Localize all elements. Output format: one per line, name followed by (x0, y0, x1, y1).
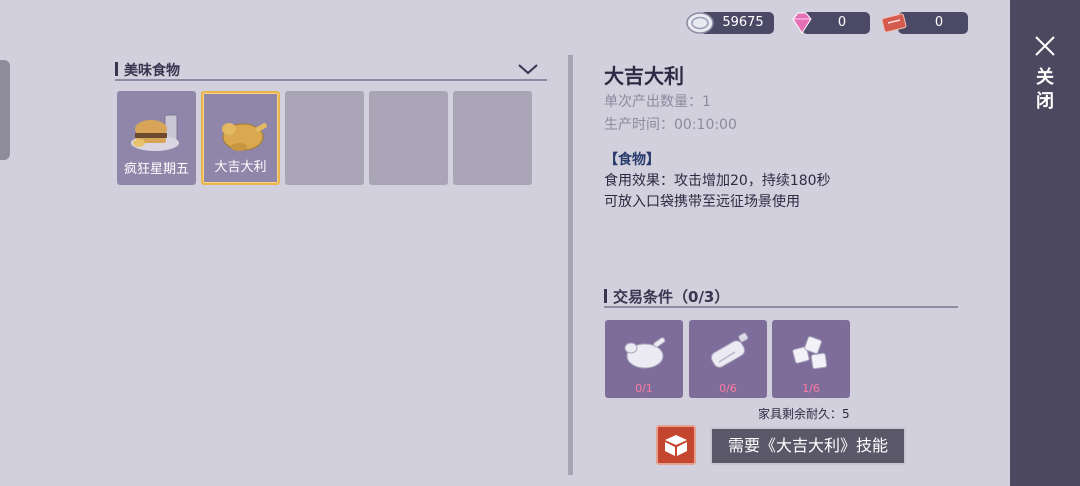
ice-cubes-icon (792, 336, 828, 370)
craft-button[interactable] (656, 425, 696, 465)
panel-divider (568, 55, 573, 475)
item-title: 大吉大利 (604, 64, 684, 88)
raw-chicken-icon (624, 337, 666, 369)
requirement-raw-chicken[interactable]: 0/1 (605, 320, 683, 398)
close-label[interactable]: 关闭 (1033, 66, 1057, 114)
skill-required-button[interactable]: 需要《大吉大利》技能 (710, 427, 906, 465)
silver-amount: 59675 (722, 15, 764, 30)
requirement-count: 0/6 (719, 382, 737, 395)
diamond-amount: 0 (837, 15, 847, 30)
ticket-currency: 0 (898, 12, 968, 34)
pink-diamond-icon (792, 12, 812, 34)
item-effect: 食用效果：攻击增加20，持续180秒 (604, 173, 831, 189)
furniture-durability: 家具剩余耐久：5 (758, 407, 850, 421)
requirement-bottle[interactable]: 0/6 (689, 320, 767, 398)
item-usage: 可放入口袋携带至远征场景使用 (604, 194, 800, 210)
category-divider (115, 79, 547, 81)
chevron-down-icon[interactable] (516, 60, 540, 78)
side-drawer-handle[interactable] (0, 60, 10, 160)
burger-meal-icon (131, 114, 179, 151)
bottle-icon (710, 332, 749, 368)
production-time: 生产时间：00:10:00 (604, 117, 737, 133)
red-ticket-icon (881, 13, 907, 33)
crafting-box-icon (665, 435, 687, 456)
item-name: 疯狂星期五 (123, 162, 189, 177)
item-slot-empty[interactable] (285, 91, 364, 185)
requirement-count: 0/1 (635, 382, 653, 395)
trade-marker (604, 289, 607, 303)
trade-divider (604, 306, 958, 308)
close-icon[interactable] (1033, 34, 1057, 58)
requirement-count: 1/6 (802, 382, 820, 395)
item-slot-crazy-friday[interactable]: 疯狂星期五 (117, 91, 196, 185)
trade-conditions-title: 交易条件（0/3） (613, 288, 730, 306)
ticket-amount: 0 (934, 15, 944, 30)
silver-coin-icon (686, 12, 714, 34)
item-slot-empty[interactable] (369, 91, 448, 185)
item-category-tag: 【食物】 (604, 152, 660, 168)
item-name: 大吉大利 (214, 160, 267, 175)
category-marker (115, 62, 118, 76)
item-slot-big-luck[interactable]: 大吉大利 (201, 91, 280, 185)
output-quantity: 单次产出数量：1 (604, 94, 711, 110)
category-title: 美味食物 (124, 63, 180, 79)
requirement-ice-cubes[interactable]: 1/6 (772, 320, 850, 398)
item-slot-empty[interactable] (453, 91, 532, 185)
roast-chicken-icon (222, 122, 267, 151)
